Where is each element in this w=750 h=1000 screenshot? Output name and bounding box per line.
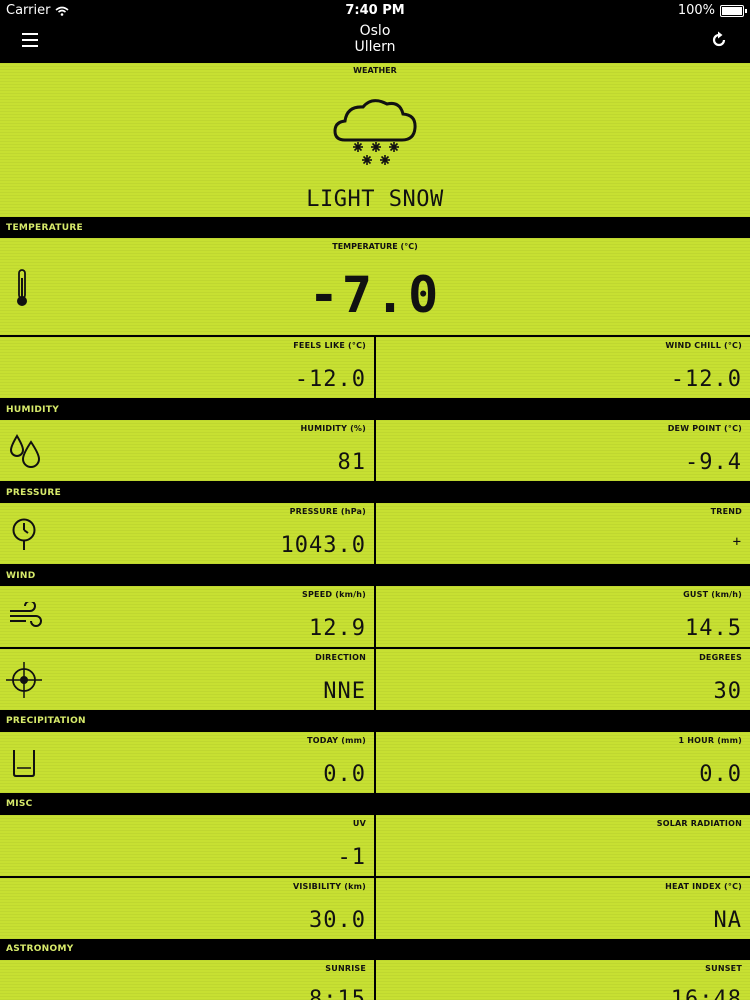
temperature-value: -7.0 bbox=[308, 266, 442, 324]
solar-panel: SOLAR RADIATION bbox=[376, 815, 750, 876]
sunset-label: SUNSET bbox=[705, 964, 742, 973]
snow-cloud-icon bbox=[333, 99, 417, 165]
section-misc: MISC bbox=[0, 795, 750, 813]
humidity-label: HUMIDITY (%) bbox=[300, 424, 366, 433]
heat-index-value: NA bbox=[713, 908, 742, 933]
heat-index-panel: HEAT INDEX (°C) NA bbox=[376, 878, 750, 939]
feels-like-label: FEELS LIKE (°C) bbox=[293, 341, 366, 350]
refresh-icon[interactable] bbox=[710, 31, 728, 49]
weather-dashboard: WEATHER LIGHT SNOW TEMPERATURE TEMPERATU… bbox=[0, 63, 750, 1000]
section-humidity: HUMIDITY bbox=[0, 401, 750, 419]
gust-label: GUST (km/h) bbox=[683, 590, 742, 599]
section-astronomy: ASTRONOMY bbox=[0, 940, 750, 958]
sunrise-panel: SUNRISE 8:15 bbox=[0, 960, 374, 1000]
humidity-panel: HUMIDITY (%) 81 bbox=[0, 420, 374, 481]
hour-precip-panel: 1 HOUR (mm) 0.0 bbox=[376, 732, 750, 793]
gust-panel: GUST (km/h) 14.5 bbox=[376, 586, 750, 647]
hour-precip-value: 0.0 bbox=[699, 762, 742, 787]
solar-label: SOLAR RADIATION bbox=[656, 819, 742, 828]
today-precip-label: TODAY (mm) bbox=[307, 736, 366, 745]
weather-label: WEATHER bbox=[353, 66, 397, 75]
weather-condition: LIGHT SNOW bbox=[306, 187, 444, 212]
city-name: Oslo bbox=[359, 23, 391, 39]
visibility-panel: VISIBILITY (km) 30.0 bbox=[0, 878, 374, 939]
feels-like-value: -12.0 bbox=[294, 367, 366, 392]
temperature-panel: TEMPERATURE (°C) -7.0 bbox=[0, 238, 750, 335]
sunrise-value: 8:15 bbox=[309, 987, 366, 1000]
heat-index-label: HEAT INDEX (°C) bbox=[665, 882, 742, 891]
water-drops-icon bbox=[9, 434, 41, 468]
wind-icon bbox=[10, 602, 42, 627]
pressure-label: PRESSURE (hPa) bbox=[289, 507, 366, 516]
feels-like-panel: FEELS LIKE (°C) -12.0 bbox=[0, 337, 374, 398]
dew-point-value: -9.4 bbox=[685, 450, 742, 475]
degrees-label: DEGREES bbox=[699, 653, 742, 662]
uv-label: UV bbox=[352, 819, 366, 828]
weather-panel: WEATHER LIGHT SNOW bbox=[0, 63, 750, 217]
temperature-label: TEMPERATURE (°C) bbox=[332, 242, 418, 251]
gauge-icon bbox=[12, 518, 36, 550]
speed-label: SPEED (km/h) bbox=[302, 590, 366, 599]
rain-gauge-icon bbox=[13, 750, 35, 777]
trend-value: + bbox=[732, 534, 742, 550]
direction-panel: DIRECTION NNE bbox=[0, 649, 374, 710]
wind-chill-value: -12.0 bbox=[670, 367, 742, 392]
section-temperature: TEMPERATURE bbox=[0, 219, 750, 237]
sunset-value: 16:48 bbox=[670, 987, 742, 1000]
hour-precip-label: 1 HOUR (mm) bbox=[678, 736, 742, 745]
dew-point-panel: DEW POINT (°C) -9.4 bbox=[376, 420, 750, 481]
pressure-value: 1043.0 bbox=[280, 533, 366, 558]
visibility-value: 30.0 bbox=[309, 908, 366, 933]
today-precip-panel: TODAY (mm) 0.0 bbox=[0, 732, 374, 793]
area-name: Ullern bbox=[354, 39, 396, 55]
speed-value: 12.9 bbox=[309, 616, 366, 641]
battery-info: 100% bbox=[677, 3, 747, 18]
section-pressure: PRESSURE bbox=[0, 484, 750, 502]
section-precipitation: PRECIPITATION bbox=[0, 712, 750, 730]
visibility-label: VISIBILITY (km) bbox=[292, 882, 366, 891]
wind-chill-panel: WIND CHILL (°C) -12.0 bbox=[376, 337, 750, 398]
degrees-panel: DEGREES 30 bbox=[376, 649, 750, 710]
status-bar: Carrier 7:40 PM 100% bbox=[0, 0, 750, 22]
humidity-value: 81 bbox=[337, 450, 366, 475]
clock: 7:40 PM bbox=[345, 3, 405, 18]
uv-panel: UV -1 bbox=[0, 815, 374, 876]
sunset-panel: SUNSET 16:48 bbox=[376, 960, 750, 1000]
trend-label: TREND bbox=[710, 507, 742, 516]
direction-value: NNE bbox=[323, 679, 366, 704]
today-precip-value: 0.0 bbox=[323, 762, 366, 787]
degrees-value: 30 bbox=[713, 679, 742, 704]
wind-chill-label: WIND CHILL (°C) bbox=[665, 341, 742, 350]
compass-icon bbox=[6, 662, 42, 698]
location-title: Oslo Ullern bbox=[0, 23, 750, 55]
battery-percent: 100% bbox=[677, 3, 715, 18]
dew-point-label: DEW POINT (°C) bbox=[667, 424, 742, 433]
trend-panel: TREND + bbox=[376, 503, 750, 564]
direction-label: DIRECTION bbox=[315, 653, 366, 662]
nav-bar: Oslo Ullern bbox=[0, 22, 750, 63]
wind-speed-panel: SPEED (km/h) 12.9 bbox=[0, 586, 374, 647]
pressure-panel: PRESSURE (hPa) 1043.0 bbox=[0, 503, 374, 564]
uv-value: -1 bbox=[337, 845, 366, 870]
section-wind: WIND bbox=[0, 567, 750, 585]
gust-value: 14.5 bbox=[685, 616, 742, 641]
sunrise-label: SUNRISE bbox=[325, 964, 366, 973]
battery-icon bbox=[720, 4, 747, 17]
